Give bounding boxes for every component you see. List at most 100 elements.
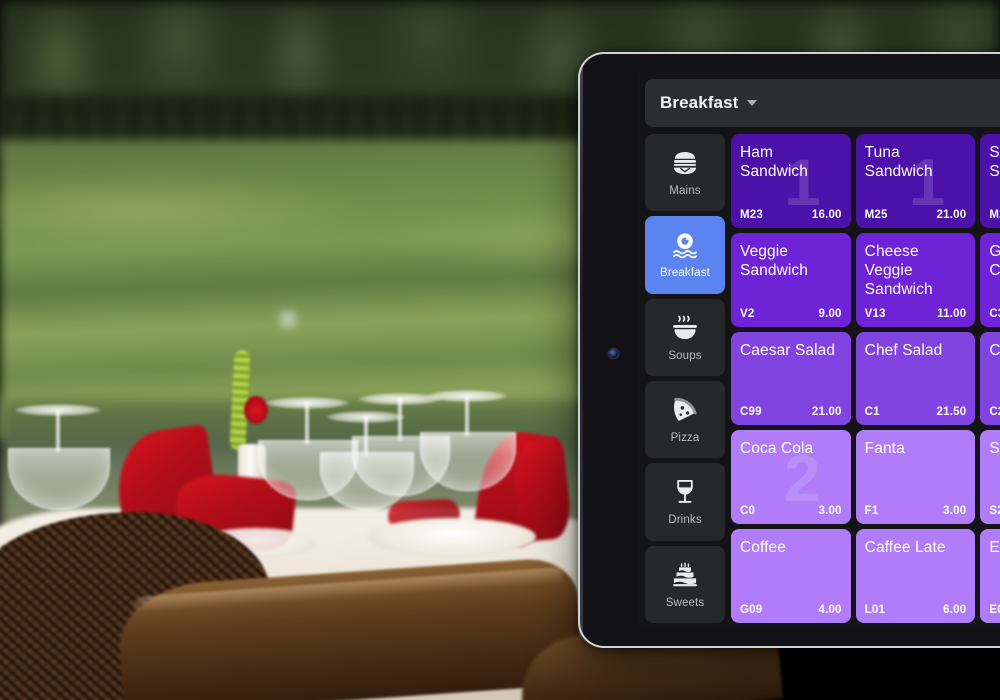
- product-code: C99: [740, 406, 762, 419]
- product-code: M25: [864, 208, 888, 221]
- product-footer: C99 21.00: [740, 406, 842, 418]
- product-footer: F1 3.00: [865, 505, 967, 517]
- product-name: Veggie Sandwich: [740, 242, 809, 279]
- sidebar-item-label: Soups: [668, 349, 702, 362]
- sidebar-item-pizza[interactable]: Pizza: [645, 380, 725, 459]
- product-footer: C221.00: [989, 406, 1000, 418]
- product-name: Tuna Sandwich: [864, 144, 933, 180]
- product-code: G09: [740, 604, 763, 616]
- product-tile[interactable]: Fanta F1 3.00: [855, 430, 976, 525]
- wine-glass-icon: [668, 477, 702, 507]
- category-dropdown[interactable]: Breakfast: [645, 79, 1000, 127]
- product-name: Cheese Veggie Sandwich: [864, 242, 933, 298]
- product-tile[interactable]: Chicken Salad C221.00: [980, 331, 1000, 426]
- product-name: Coffee: [740, 539, 786, 557]
- product-tile[interactable]: Caesar Salad C99 21.00: [731, 331, 851, 426]
- product-name: Grilled Cheese: [989, 243, 1000, 279]
- product-code: F1: [864, 505, 879, 518]
- product-price: 3.00: [943, 505, 967, 518]
- layer-cake-icon: [668, 560, 702, 590]
- product-name: Steak Sandwich: [989, 144, 1000, 180]
- product-code: V13: [864, 307, 886, 320]
- page-title: Breakfast: [660, 93, 739, 112]
- product-footer: V2 9.00: [740, 308, 842, 320]
- product-name: Coca Cola: [740, 440, 814, 458]
- product-tile[interactable]: Coffee G09 4.00: [731, 529, 851, 623]
- wine-glass: [420, 389, 516, 524]
- product-tile[interactable]: Tuna Sandwich 1 M25 21.00: [855, 134, 976, 228]
- sidebar-item-breakfast[interactable]: Breakfast: [645, 216, 725, 294]
- product-tile[interactable]: Coca Cola 2 C0 3.00: [731, 430, 851, 525]
- sidebar-item-drinks[interactable]: Drinks: [645, 463, 725, 541]
- camera-dot-icon: [609, 349, 618, 358]
- product-code: C34: [989, 307, 1000, 320]
- product-footer: G09 4.00: [740, 604, 842, 616]
- screenshot-stage: Breakfast Mains Breakfast Soups Pizza Drinks…: [0, 0, 1000, 700]
- product-footer: S223.00: [989, 505, 1000, 517]
- pos-content: Mains Breakfast Soups Pizza Drinks Sweets Ham…: [645, 134, 1000, 623]
- sidebar-item-label: Pizza: [670, 432, 700, 445]
- sidebar-item-label: Sweets: [665, 596, 705, 609]
- product-code: C1: [864, 406, 880, 419]
- fried-egg-icon: [668, 230, 702, 260]
- product-footer: M2821.00: [989, 209, 1000, 221]
- product-grid: Ham Sandwich 1 M23 16.00 Tuna Sandwich 1 M25 21…: [731, 134, 1000, 623]
- product-name: Fanta: [864, 440, 905, 458]
- product-footer: E014.00: [989, 604, 1000, 616]
- product-footer: C3412.00: [989, 308, 1000, 320]
- red-flower: [244, 396, 268, 424]
- product-tile[interactable]: Espresso E014.00: [980, 529, 1000, 623]
- product-name: Chef Salad: [864, 341, 943, 359]
- product-price: 21.00: [811, 406, 842, 419]
- product-tile[interactable]: Cheese Veggie Sandwich V13 11.00: [855, 232, 976, 327]
- product-price: 6.00: [943, 604, 967, 616]
- product-price: 21.00: [936, 208, 967, 221]
- product-code: S22: [989, 505, 1000, 518]
- product-tile[interactable]: Caffee Late L01 6.00: [855, 529, 976, 623]
- product-code: V2: [740, 307, 755, 320]
- product-name: Ham Sandwich: [740, 144, 809, 180]
- product-code: C0: [740, 505, 756, 518]
- product-code: L01: [864, 604, 886, 616]
- product-code: E01: [989, 604, 1000, 616]
- sidebar-item-mains[interactable]: Mains: [645, 134, 725, 212]
- product-footer: V13 11.00: [865, 308, 967, 320]
- product-tile[interactable]: Steak Sandwich M2821.00: [980, 134, 1000, 228]
- product-footer: C0 3.00: [740, 505, 842, 517]
- sidebar-item-label: Mains: [669, 185, 701, 198]
- product-price: 3.00: [818, 505, 842, 518]
- product-tile[interactable]: Veggie Sandwich V2 9.00: [731, 232, 851, 327]
- chevron-down-icon: [747, 100, 758, 106]
- product-name: Chicken Salad: [989, 341, 1000, 359]
- product-code: M28: [989, 208, 1000, 221]
- product-price: 21.50: [936, 406, 967, 419]
- sidebar-item-sweets[interactable]: Sweets: [645, 545, 725, 623]
- product-name: Caesar Salad: [740, 341, 836, 359]
- product-tile[interactable]: Grilled Cheese C3412.00: [980, 232, 1000, 327]
- product-name: Sprite: [989, 440, 1000, 458]
- product-tile[interactable]: Sprite S223.00: [980, 430, 1000, 525]
- product-name: Espresso: [989, 539, 1000, 557]
- product-name: Caffee Late: [864, 539, 946, 557]
- soup-bowl-icon: [668, 313, 702, 343]
- product-footer: M23 16.00: [740, 209, 842, 221]
- product-price: 4.00: [818, 604, 842, 616]
- product-price: 16.00: [811, 208, 842, 221]
- sidebar-item-label: Breakfast: [660, 267, 710, 280]
- pizza-slice-icon: [668, 395, 702, 425]
- product-tile[interactable]: Chef Salad C1 21.50: [855, 331, 976, 426]
- product-footer: M25 21.00: [865, 209, 967, 221]
- product-code: M23: [740, 208, 763, 221]
- product-code: C2: [989, 406, 1000, 419]
- tablet-device: Breakfast Mains Breakfast Soups Pizza Drinks…: [578, 52, 1000, 648]
- product-footer: C1 21.50: [865, 406, 967, 418]
- product-footer: L01 6.00: [865, 604, 967, 616]
- product-price: 9.00: [818, 307, 842, 320]
- sidebar-item-soups[interactable]: Soups: [645, 298, 725, 376]
- category-sidebar: Mains Breakfast Soups Pizza Drinks Sweets: [645, 134, 725, 623]
- pos-app-screen: Breakfast Mains Breakfast Soups Pizza Drinks…: [638, 71, 1000, 627]
- product-tile[interactable]: Ham Sandwich 1 M23 16.00: [731, 134, 851, 228]
- burger-icon: [668, 148, 702, 178]
- sidebar-item-label: Drinks: [668, 514, 702, 527]
- product-price: 11.00: [937, 307, 967, 320]
